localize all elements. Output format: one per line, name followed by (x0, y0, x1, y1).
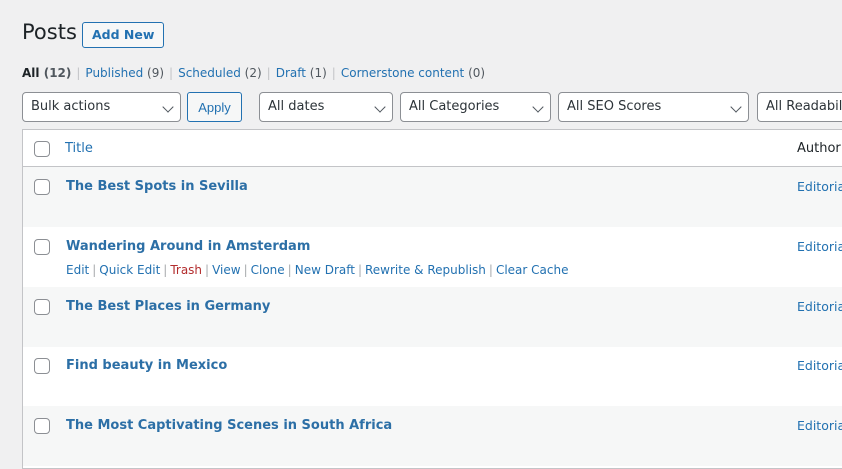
view-all-link[interactable]: All (12) (22, 66, 71, 80)
edit-link[interactable]: Edit (66, 263, 89, 277)
post-title-link[interactable]: The Best Spots in Sevilla (66, 179, 248, 194)
apply-button[interactable]: Apply (187, 92, 242, 122)
page-title: Posts (22, 20, 77, 44)
post-status-views: All (12) | Published (9) | Scheduled (2) | Dra… (22, 66, 485, 80)
clear-cache-link[interactable]: Clear Cache (496, 263, 569, 277)
action-separator: | (488, 263, 493, 277)
row-checkbox[interactable] (34, 358, 50, 374)
post-title-link[interactable]: The Best Places in Germany (66, 299, 270, 314)
view-separator: | (169, 66, 174, 80)
post-title-link[interactable]: Find beauty in Mexico (66, 358, 227, 373)
view-separator: | (331, 66, 336, 80)
view-published-count: (9) (147, 66, 165, 80)
row-actions: Edit | Quick Edit | Trash | View | Clone | New Dra… (66, 263, 568, 277)
view-draft-label: Draft (275, 66, 306, 80)
action-separator: | (205, 263, 210, 277)
action-separator: | (243, 263, 248, 277)
chevron-down-icon (374, 101, 386, 113)
post-title-link[interactable]: Wandering Around in Amsterdam (66, 239, 310, 254)
chevron-down-icon (532, 101, 544, 113)
post-author-link[interactable]: Editorial (797, 179, 842, 194)
table-row: The Most Captivating Scenes in South Afr… (23, 406, 842, 466)
action-separator: | (163, 263, 168, 277)
rewrite-republish-link[interactable]: Rewrite & Republish (365, 263, 486, 277)
chevron-down-icon (730, 101, 742, 113)
table-row: Find beauty in Mexico Editorial (23, 346, 842, 406)
new-draft-link[interactable]: New Draft (295, 263, 355, 277)
view-cornerstone-label: Cornerstone content (340, 66, 465, 80)
title-column-header[interactable]: Title (65, 141, 93, 156)
select-all-checkbox[interactable] (34, 141, 50, 157)
post-author-link[interactable]: Editorial (797, 358, 842, 373)
row-checkbox[interactable] (34, 418, 50, 434)
date-filter-value: All dates (268, 99, 325, 114)
row-checkbox[interactable] (34, 299, 50, 315)
action-separator: | (92, 263, 97, 277)
view-draft-link[interactable]: Draft (1) (276, 66, 327, 80)
quick-edit-link[interactable]: Quick Edit (99, 263, 160, 277)
bulk-actions-value: Bulk actions (31, 99, 111, 114)
chevron-down-icon (162, 101, 174, 113)
view-published-link[interactable]: Published (9) (85, 66, 164, 80)
posts-table: Title Author The Best Spots in Sevilla E… (22, 129, 842, 469)
readability-filter-value: All Readability Scores (766, 99, 842, 114)
author-column-header: Author (797, 141, 841, 156)
seo-score-filter-select[interactable]: All SEO Scores (558, 92, 749, 122)
view-cornerstone-count: (0) (468, 66, 486, 80)
clone-link[interactable]: Clone (251, 263, 285, 277)
category-filter-select[interactable]: All Categories (400, 92, 551, 122)
date-filter-select[interactable]: All dates (259, 92, 393, 122)
bulk-actions-select[interactable]: Bulk actions (22, 92, 181, 122)
table-row: The Best Spots in Sevilla Editorial (23, 167, 842, 227)
seo-score-filter-value: All SEO Scores (567, 99, 662, 114)
table-header: Title Author (23, 130, 842, 167)
category-filter-value: All Categories (409, 99, 500, 114)
view-separator: | (76, 66, 81, 80)
view-all-label: All (22, 66, 40, 80)
view-scheduled-link[interactable]: Scheduled (2) (178, 66, 262, 80)
table-row: Wandering Around in Amsterdam Editorial … (23, 227, 842, 287)
post-author-link[interactable]: Editorial (797, 299, 842, 314)
post-author-link[interactable]: Editorial (797, 418, 842, 433)
action-separator: | (287, 263, 292, 277)
view-scheduled-count: (2) (244, 66, 262, 80)
table-row: The Best Places in Germany Editorial (23, 287, 842, 347)
view-cornerstone-link[interactable]: Cornerstone content (0) (341, 66, 485, 80)
add-new-button[interactable]: Add New (82, 22, 165, 48)
row-checkbox[interactable] (34, 239, 50, 255)
view-all-count: (12) (43, 66, 72, 80)
action-separator: | (357, 263, 362, 277)
view-scheduled-label: Scheduled (178, 66, 241, 80)
view-draft-count: (1) (309, 66, 327, 80)
view-link[interactable]: View (212, 263, 240, 277)
row-checkbox[interactable] (34, 179, 50, 195)
view-published-label: Published (85, 66, 144, 80)
post-title-link[interactable]: The Most Captivating Scenes in South Afr… (66, 418, 392, 433)
post-author-link[interactable]: Editorial (797, 239, 842, 254)
view-separator: | (266, 66, 271, 80)
trash-link[interactable]: Trash (170, 263, 202, 277)
readability-filter-select[interactable]: All Readability Scores (757, 92, 842, 122)
